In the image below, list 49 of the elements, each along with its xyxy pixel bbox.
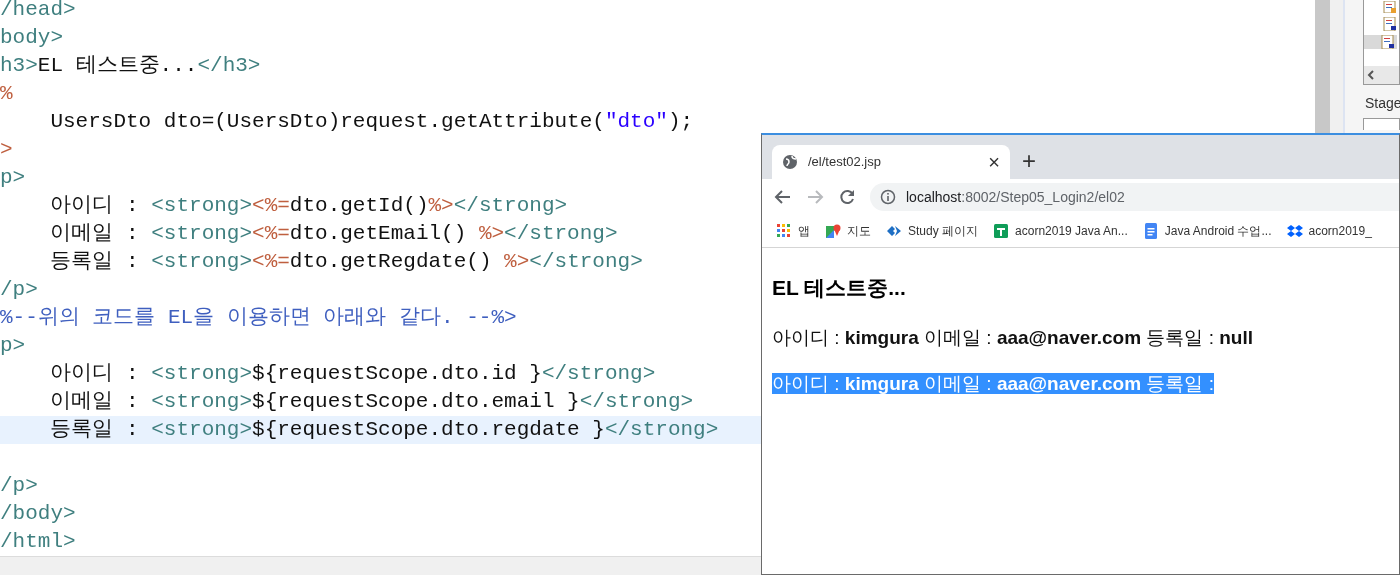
close-tab-button[interactable]: × [988,152,1000,172]
page-heading: EL 테스트중... [772,275,907,301]
file-icon[interactable] [1383,17,1397,31]
code-line: /p> [0,473,38,499]
bookmark-link[interactable]: acorn2019 Java An... [1015,222,1128,240]
code-line: /p> [0,277,38,303]
new-tab-button[interactable]: + [1022,149,1036,173]
paragraph: 아이디 : kimgura 이메일 : aaa@naver.com 등록일 : null [772,326,1254,348]
apps-icon [776,223,792,239]
back-icon[interactable] [774,188,792,206]
code-line: 아이디 : <strong>${requestScope.dto.id }</strong> [49,361,656,387]
document-icon [1142,223,1159,239]
box-icon [1286,223,1303,239]
code-line: 아이디 : <strong><%=dto.getId()%></strong> [49,193,568,219]
tab-title: /el/test02.jsp [808,153,882,172]
bookmark-link[interactable]: 지도 [847,222,871,240]
globe-icon [782,154,798,170]
code-line: UsersDto dto=(UsersDto)request.getAttribute("dto"); [49,109,694,135]
bookmark-link[interactable]: acorn2019_ [1308,222,1372,240]
reload-icon[interactable] [838,188,856,206]
info-icon[interactable] [880,189,896,205]
code-line: /body> [0,501,76,527]
bookmark-link[interactable]: Java Android 수업... [1164,222,1272,240]
code-line: 이메일 : <strong><%=dto.getEmail() %></strong> [49,221,618,247]
code-line: p> [0,165,26,191]
vertical-scrollbar[interactable] [1315,0,1330,133]
bookmark-link[interactable]: 앱 [798,222,810,240]
code-line: p> [0,333,26,359]
code-line: h3>EL 테스트중...</h3> [0,53,261,79]
code-line: > [0,137,13,163]
code-line: 이메일 : <strong>${requestScope.dto.email }</strong> [49,389,694,415]
spreadsheet-icon [993,223,1010,239]
code-line: % [0,81,13,107]
horizontal-scrollbar[interactable] [0,556,761,575]
code-line: 등록일 : <strong><%=dto.getRegdate() %></strong> [49,249,643,275]
bookmark-link[interactable]: Study 페이지 [908,222,979,240]
code-line: /head> [0,0,76,23]
map-pin-icon [825,223,841,239]
code-line: %--위의 코드를 EL을 이용하면 아래와 같다. --%> [0,305,517,331]
browser-tab[interactable]: /el/test02.jsp × [772,145,1010,179]
code-line: body> [0,25,63,51]
file-icon[interactable] [1383,1,1397,13]
code-line: /html> [0,529,76,555]
diamond-icon [886,223,902,239]
file-icon[interactable] [1381,35,1395,49]
url-text: localhost:8002/Step05_Login2/el02 [906,187,1125,207]
code-line: 등록일 : <strong>${requestScope.dto.regdate }</strong> [49,417,719,443]
address-bar[interactable]: localhost:8002/Step05_Login2/el02 [870,183,1399,211]
selected-paragraph: 아이디 : kimgura 이메일 : aaa@naver.com 등록일 : [772,373,1214,394]
